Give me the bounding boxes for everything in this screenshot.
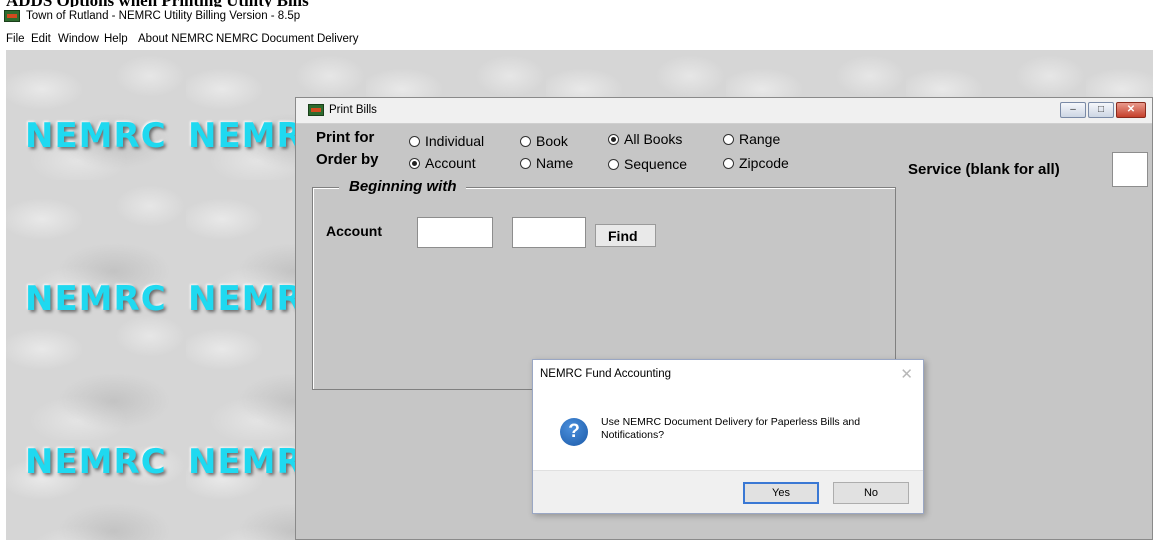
beginning-with-label: Beginning with	[339, 178, 467, 195]
menu-edit[interactable]: Edit	[31, 33, 51, 45]
radio-order-zipcode[interactable]: Zipcode	[723, 155, 789, 171]
radio-order-sequence[interactable]: Sequence	[608, 156, 687, 172]
close-icon[interactable]: ✕	[1116, 102, 1146, 118]
print-bills-title: Print Bills	[329, 104, 377, 116]
radio-icon	[723, 134, 734, 145]
radio-icon	[608, 159, 619, 170]
radio-print-all-books[interactable]: All Books	[608, 131, 682, 147]
radio-print-range[interactable]: Range	[723, 131, 780, 147]
minimize-icon[interactable]: –	[1060, 102, 1086, 118]
menu-window[interactable]: Window	[58, 33, 99, 45]
menu-nemrc-document-delivery[interactable]: NEMRC Document Delivery	[216, 33, 359, 45]
maximize-icon[interactable]: □	[1088, 102, 1114, 118]
dialog-message: Use NEMRC Document Delivery for Paperles…	[601, 416, 861, 441]
confirm-dialog: NEMRC Fund Accounting ✕ ? Use NEMRC Docu…	[532, 359, 924, 514]
question-icon: ?	[560, 418, 588, 446]
radio-icon	[723, 158, 734, 169]
radio-icon	[409, 136, 420, 147]
account-start-field[interactable]	[417, 217, 493, 248]
service-label: Service (blank for all)	[908, 161, 1060, 178]
menu-about-nemrc[interactable]: About NEMRC	[138, 33, 213, 45]
service-field[interactable]	[1112, 152, 1148, 187]
radio-print-book[interactable]: Book	[520, 133, 568, 149]
dialog-close-icon[interactable]: ✕	[900, 365, 913, 383]
nemrc-logo: NEMRC	[25, 279, 167, 319]
radio-order-name[interactable]: Name	[520, 155, 573, 171]
dialog-title: NEMRC Fund Accounting	[540, 368, 672, 380]
radio-selected-icon	[608, 134, 619, 145]
radio-order-account[interactable]: Account	[409, 155, 476, 171]
account-end-field[interactable]	[512, 217, 586, 248]
radio-icon	[520, 158, 531, 169]
app-titlebar: Town of Rutland - NEMRC Utility Billing …	[0, 7, 1153, 26]
print-for-label: Print for	[316, 129, 375, 146]
window-app-icon	[308, 104, 324, 116]
app-title: Town of Rutland - NEMRC Utility Billing …	[26, 10, 301, 22]
order-by-label: Order by	[316, 151, 379, 168]
menu-help[interactable]: Help	[104, 33, 128, 45]
radio-icon	[520, 136, 531, 147]
yes-button[interactable]: Yes	[743, 482, 819, 504]
nemrc-logo: NEMRC	[25, 442, 167, 482]
account-label: Account	[326, 223, 382, 239]
no-button[interactable]: No	[833, 482, 909, 504]
app-icon	[4, 10, 20, 22]
radio-selected-icon	[409, 158, 420, 169]
dialog-footer: Yes No	[533, 470, 923, 513]
menu-file[interactable]: File	[6, 33, 25, 45]
nemrc-logo: NEMRC	[25, 116, 167, 156]
print-bills-titlebar: Print Bills – □ ✕	[296, 98, 1152, 124]
find-button[interactable]: Find	[595, 224, 656, 247]
menu-bar: File Edit Window Help About NEMRC NEMRC …	[0, 30, 1153, 50]
radio-print-individual[interactable]: Individual	[409, 133, 484, 149]
